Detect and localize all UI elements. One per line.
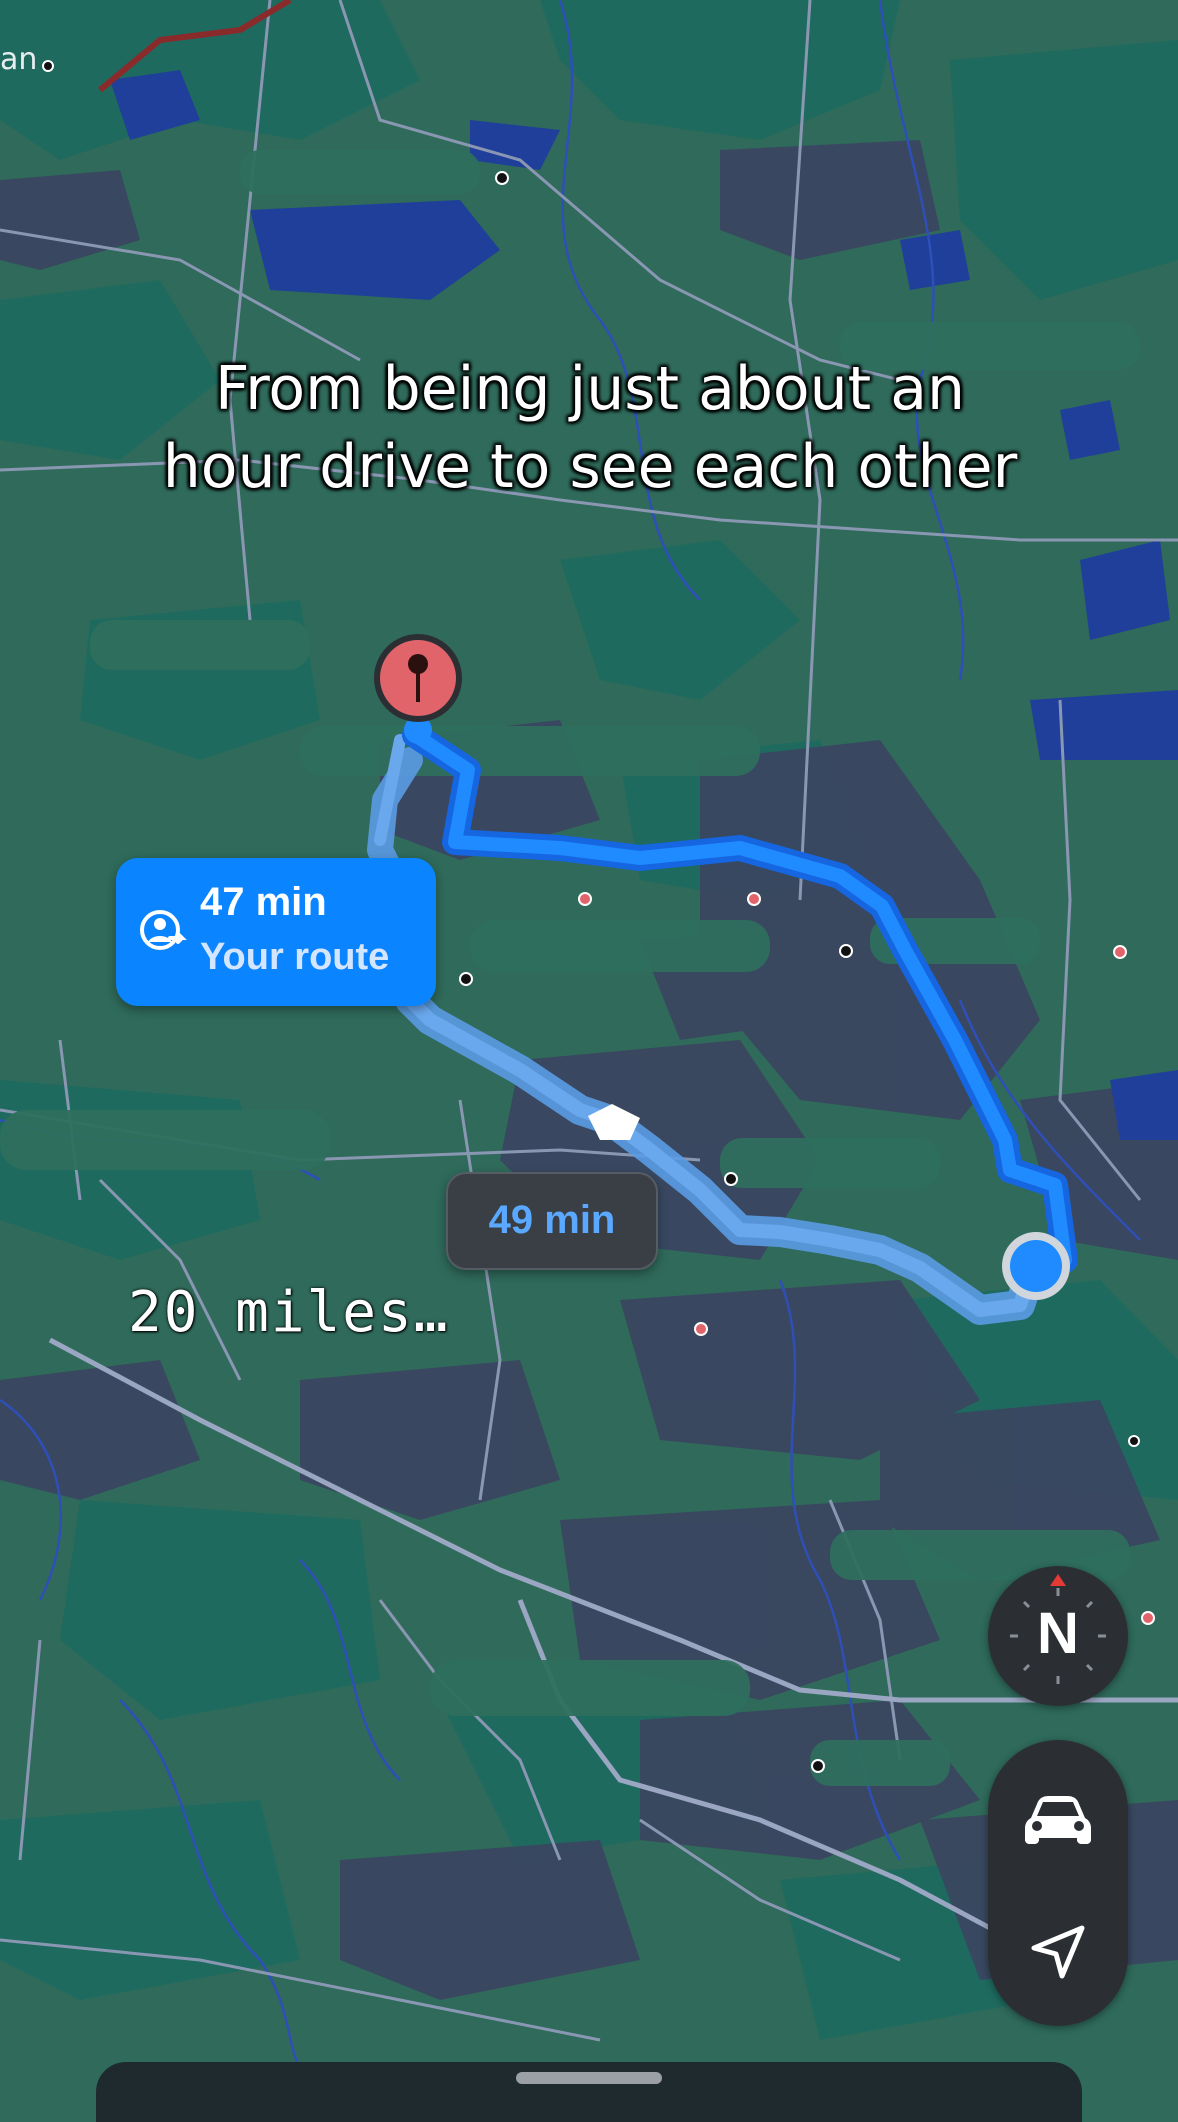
overlay-typed-text: 20 miles… — [128, 1280, 450, 1345]
route-callout-alternate[interactable]: 49 min — [446, 1172, 658, 1270]
map-place-label: an — [0, 42, 38, 77]
location-arrow-icon — [1031, 1925, 1085, 1979]
route-callout-primary[interactable]: 47 min Your route — [116, 858, 436, 1006]
home-indicator[interactable] — [516, 2072, 662, 2084]
route-person-icon — [140, 910, 187, 950]
compass-label: N — [1037, 1601, 1079, 1666]
video-caption: From being just about an hour drive to s… — [162, 354, 1018, 502]
drive-mode-button[interactable] — [988, 1762, 1128, 1882]
current-location-dot[interactable] — [1002, 1232, 1070, 1300]
car-icon — [1025, 1796, 1091, 1844]
alternate-route-time: 49 min — [488, 1198, 616, 1242]
primary-route-time: 47 min — [200, 880, 327, 924]
compass-button[interactable]: N — [988, 1566, 1128, 1706]
bottom-sheet[interactable] — [96, 2062, 1082, 2122]
map-controls — [988, 1740, 1128, 2026]
recenter-location-button[interactable] — [988, 1892, 1128, 2012]
primary-route-label: Your route — [200, 936, 390, 978]
